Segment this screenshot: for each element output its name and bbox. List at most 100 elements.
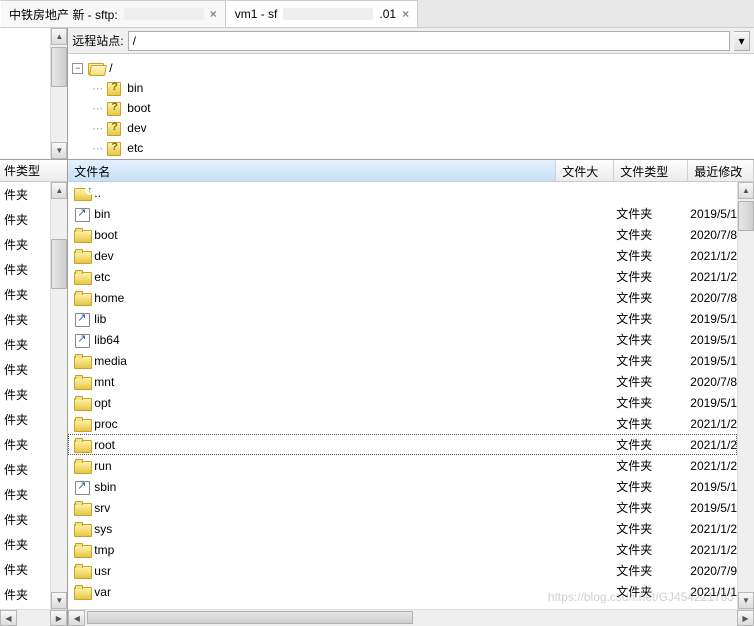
- file-row[interactable]: etc文件夹2021/1/2: [68, 266, 737, 287]
- list-item[interactable]: 件夹: [0, 332, 50, 357]
- column-header-type[interactable]: 文件类型: [614, 160, 688, 181]
- unknown-folder-icon: [105, 121, 121, 135]
- file-name: lib: [94, 312, 106, 326]
- scroll-left-button[interactable]: ◀: [68, 610, 85, 626]
- folder-icon: [74, 501, 90, 515]
- scroll-thumb[interactable]: [738, 201, 754, 231]
- remote-path-input[interactable]: [128, 31, 730, 51]
- close-icon[interactable]: ×: [402, 7, 409, 21]
- file-row[interactable]: lib文件夹2019/5/1: [68, 308, 737, 329]
- scroll-track[interactable]: [85, 610, 737, 626]
- scrollbar-vertical[interactable]: ▲ ▼: [50, 182, 67, 609]
- tree-item[interactable]: ⋯etc: [72, 138, 750, 158]
- list-item[interactable]: 件夹: [0, 457, 50, 482]
- scroll-right-button[interactable]: ▶: [737, 610, 754, 626]
- file-row[interactable]: run文件夹2021/1/2: [68, 455, 737, 476]
- file-type: 文件夹: [616, 520, 690, 537]
- list-item[interactable]: 件夹: [0, 182, 50, 207]
- column-header-name[interactable]: 文件名: [68, 160, 556, 181]
- file-row[interactable]: boot文件夹2020/7/8: [68, 224, 737, 245]
- file-row[interactable]: bin文件夹2019/5/1: [68, 203, 737, 224]
- file-row[interactable]: sys文件夹2021/1/2: [68, 518, 737, 539]
- file-row[interactable]: root文件夹2021/1/2: [68, 434, 737, 455]
- file-date: 2021/1/2: [690, 543, 737, 557]
- tree-item[interactable]: ⋯bin: [72, 78, 750, 98]
- file-row[interactable]: usr文件夹2020/7/9: [68, 560, 737, 581]
- file-row[interactable]: var文件夹2021/1/1: [68, 581, 737, 602]
- scroll-thumb[interactable]: [87, 611, 413, 624]
- tree-collapse-icon[interactable]: −: [72, 63, 83, 74]
- file-row[interactable]: mnt文件夹2020/7/8: [68, 371, 737, 392]
- scroll-up-button[interactable]: ▲: [738, 182, 754, 199]
- list-item[interactable]: 件夹: [0, 257, 50, 282]
- scroll-down-button[interactable]: ▼: [51, 142, 67, 159]
- file-row[interactable]: proc文件夹2021/1/2: [68, 413, 737, 434]
- scroll-track[interactable]: [51, 45, 67, 142]
- scroll-down-button[interactable]: ▼: [51, 592, 67, 609]
- list-item[interactable]: 件夹: [0, 557, 50, 582]
- local-file-list[interactable]: 件夹件夹件夹件夹件夹件夹件夹件夹件夹件夹件夹件夹件夹件夹件夹件夹件夹: [0, 182, 50, 609]
- file-type: 文件夹: [616, 478, 690, 495]
- remote-panel: 远程站点: ▾ − / ⋯bin⋯boot⋯dev⋯etc 文件名 文件大小 文…: [68, 28, 754, 626]
- scroll-up-button[interactable]: ▲: [51, 28, 67, 45]
- scroll-track[interactable]: [17, 610, 50, 626]
- tab-connection-2[interactable]: vm1 - sf .01 ×: [226, 0, 418, 27]
- scrollbar-vertical[interactable]: ▲ ▼: [737, 182, 754, 609]
- remote-file-list[interactable]: .. bin文件夹2019/5/1boot文件夹2020/7/8dev文件夹202…: [68, 182, 737, 609]
- file-type: 文件夹: [616, 415, 690, 432]
- list-item[interactable]: 件夹: [0, 207, 50, 232]
- list-item[interactable]: 件夹: [0, 307, 50, 332]
- tree-root[interactable]: − /: [72, 58, 750, 78]
- list-item[interactable]: 件夹: [0, 482, 50, 507]
- file-name: home: [94, 291, 124, 305]
- tree-item[interactable]: ⋯dev: [72, 118, 750, 138]
- list-item[interactable]: 件夹: [0, 382, 50, 407]
- scroll-thumb[interactable]: [51, 47, 67, 87]
- column-header-size[interactable]: 文件大小: [556, 160, 614, 181]
- list-item[interactable]: 件夹: [0, 532, 50, 557]
- file-row[interactable]: dev文件夹2021/1/2: [68, 245, 737, 266]
- tree-root-label: /: [109, 61, 112, 75]
- file-date: 2020/7/8: [690, 228, 737, 242]
- link-icon: [74, 333, 90, 347]
- local-column-header-type[interactable]: 件类型: [0, 160, 67, 182]
- scroll-left-button[interactable]: ◀: [0, 610, 17, 626]
- file-row[interactable]: sbin文件夹2019/5/1: [68, 476, 737, 497]
- file-row[interactable]: media文件夹2019/5/1: [68, 350, 737, 371]
- file-row[interactable]: ..: [68, 182, 737, 203]
- close-icon[interactable]: ×: [210, 7, 217, 21]
- list-item[interactable]: 件夹: [0, 232, 50, 257]
- scrollbar-horizontal[interactable]: ◀ ▶: [68, 609, 754, 626]
- scroll-thumb[interactable]: [51, 239, 67, 289]
- file-row[interactable]: lib64文件夹2019/5/1: [68, 329, 737, 350]
- file-row[interactable]: srv文件夹2019/5/1: [68, 497, 737, 518]
- list-item[interactable]: 件夹: [0, 282, 50, 307]
- remote-tree-panel[interactable]: − / ⋯bin⋯boot⋯dev⋯etc: [68, 54, 754, 160]
- local-panel: ▲ ▼ 件类型 件夹件夹件夹件夹件夹件夹件夹件夹件夹件夹件夹件夹件夹件夹件夹件夹…: [0, 28, 68, 626]
- scrollbar-vertical[interactable]: ▲ ▼: [50, 28, 67, 159]
- scrollbar-horizontal[interactable]: ◀ ▶: [0, 609, 67, 626]
- scroll-track[interactable]: [738, 199, 754, 592]
- list-item[interactable]: 件夹: [0, 407, 50, 432]
- tab-connection-1[interactable]: 中铁房地产 新 - sftp: ×: [0, 0, 226, 27]
- scroll-down-button[interactable]: ▼: [738, 592, 754, 609]
- list-item[interactable]: 件夹: [0, 507, 50, 532]
- list-item[interactable]: 件夹: [0, 432, 50, 457]
- path-dropdown-button[interactable]: ▾: [734, 31, 750, 51]
- list-item[interactable]: 件夹: [0, 357, 50, 382]
- file-row[interactable]: opt文件夹2019/5/1: [68, 392, 737, 413]
- scroll-track[interactable]: [51, 199, 67, 592]
- file-row[interactable]: tmp文件夹2021/1/2: [68, 539, 737, 560]
- column-header-date[interactable]: 最近修改: [688, 160, 754, 181]
- link-icon: [74, 480, 90, 494]
- file-name: ..: [94, 186, 101, 200]
- file-row[interactable]: home文件夹2020/7/8: [68, 287, 737, 308]
- list-item[interactable]: 件夹: [0, 582, 50, 607]
- scroll-right-button[interactable]: ▶: [50, 610, 67, 626]
- file-name: sys: [94, 522, 112, 536]
- scroll-up-button[interactable]: ▲: [51, 182, 67, 199]
- tree-item[interactable]: ⋯boot: [72, 98, 750, 118]
- file-type: 文件夹: [616, 205, 690, 222]
- file-date: 2019/5/1: [690, 480, 737, 494]
- tree-item-label: etc: [127, 141, 143, 155]
